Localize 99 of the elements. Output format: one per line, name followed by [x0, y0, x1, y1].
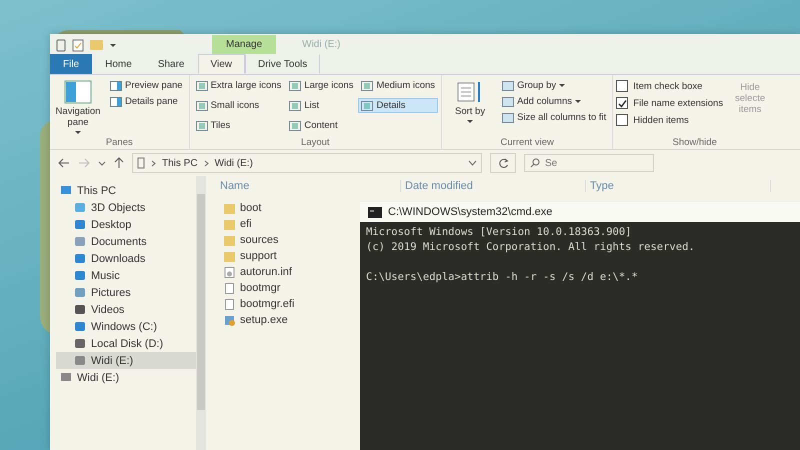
folder-icon [224, 234, 235, 246]
view-layout-icon [289, 120, 302, 130]
layout-option[interactable]: Large icons [286, 78, 356, 93]
file-item[interactable]: bootmgr [216, 280, 344, 296]
checkmark-document-icon[interactable] [72, 38, 84, 52]
file-item[interactable]: support [216, 248, 344, 264]
file-item[interactable]: boot [216, 200, 344, 216]
console-line: Microsoft Windows [Version 10.0.18363.900] [366, 226, 633, 240]
layout-option[interactable]: Medium icons [358, 78, 438, 93]
folder-icon [224, 202, 235, 214]
file-item[interactable]: autorun.inf [216, 264, 344, 280]
installer-icon [224, 314, 235, 326]
file-item[interactable]: efi [216, 216, 344, 232]
refresh-icon [498, 158, 508, 168]
file-item[interactable]: bootmgr.efi [216, 296, 344, 312]
dropdown-icon[interactable] [468, 160, 477, 166]
window-title: Widi (E:) [301, 38, 342, 52]
folder-icon [224, 250, 235, 262]
view-command[interactable]: Size all columns to fit [499, 110, 610, 125]
view-layout-icon [289, 100, 302, 110]
console-icon [368, 206, 382, 218]
checkbox-label: Hidden items [633, 114, 689, 126]
file-item[interactable]: setup.exe [216, 312, 344, 328]
columns-icon [502, 80, 514, 90]
chevron-icon [204, 160, 209, 166]
columns-icon [502, 112, 514, 122]
navigation-item[interactable]: Documents [56, 233, 196, 250]
contextual-tab-header: Manage [212, 35, 276, 54]
file-item[interactable]: sources [216, 232, 344, 248]
checkbox[interactable] [616, 114, 628, 126]
navigation-item[interactable]: Widi (E:) [56, 352, 196, 369]
sort-by-button[interactable]: Sort by [445, 78, 496, 126]
settings-file-icon [224, 266, 235, 278]
view-layout-icon [361, 100, 374, 110]
ribbon-tab[interactable]: File [50, 54, 92, 74]
console-line: (c) 2019 Microsoft Corporation. All rights reserved. [366, 241, 696, 255]
navigation-item[interactable]: Windows (C:) [56, 318, 196, 335]
navigation-item[interactable]: This PC [56, 182, 196, 199]
layout-option[interactable]: Extra large icons [192, 78, 284, 93]
layout-option[interactable]: Content [286, 118, 356, 133]
ribbon-tab[interactable]: View [198, 54, 245, 74]
view-layout-icon [361, 80, 374, 90]
pane-layout-icon [64, 80, 92, 104]
breadcrumb[interactable]: This PC [162, 158, 198, 168]
scrollbar[interactable] [196, 176, 206, 450]
navigation-item[interactable]: Desktop [56, 216, 196, 233]
back-arrow-icon[interactable] [58, 158, 70, 168]
view-command[interactable]: Group by [499, 78, 610, 93]
checkbox[interactable] [616, 80, 628, 92]
caret-icon [574, 99, 581, 104]
window-title: C:\WINDOWS\system32\cmd.exe [388, 206, 552, 218]
address-bar[interactable]: This PC Widi (E:) [132, 153, 482, 173]
view-command[interactable]: Add columns [499, 94, 610, 109]
columns-icon [502, 96, 514, 106]
search-field[interactable]: Se [524, 154, 654, 172]
navigation-item[interactable]: Downloads [56, 250, 196, 267]
layout-option[interactable]: Details [358, 98, 438, 113]
view-layout-icon [196, 80, 208, 90]
breadcrumb[interactable]: Widi (E:) [214, 158, 253, 168]
view-layout-icon [196, 120, 208, 130]
pane-button[interactable]: Details pane [107, 94, 186, 109]
group-label: Show/hide [672, 137, 717, 148]
navigation-item[interactable]: Music [56, 267, 196, 284]
pane-layout-icon [110, 80, 122, 90]
file-icon [224, 298, 235, 310]
layout-option[interactable]: Tiles [192, 118, 284, 133]
ribbon-tab[interactable]: Share [144, 54, 198, 74]
group-label: Panes [106, 137, 133, 148]
file-icon [224, 282, 235, 294]
navigation-item[interactable]: Widi (E:) [56, 369, 196, 386]
console-command: C:\Users\edpla>attrib -h -r -s /s /d e:\*.* [366, 271, 639, 285]
ribbon-tab[interactable]: Drive Tools [245, 54, 320, 74]
layout-option[interactable]: Small icons [192, 98, 284, 113]
pane-layout-icon [110, 96, 122, 106]
view-layout-icon [289, 80, 302, 90]
dropdown-icon[interactable] [109, 41, 117, 49]
checkbox-label: File name extensions [633, 98, 724, 108]
pane-button[interactable]: Preview pane [107, 78, 186, 93]
view-layout-icon [196, 100, 208, 110]
dropdown-icon[interactable] [98, 159, 106, 167]
navigation-item[interactable]: Videos [56, 301, 196, 318]
ribbon-tab[interactable]: Home [92, 54, 145, 74]
group-label: Layout [301, 137, 330, 148]
caret-icon [467, 119, 474, 124]
navigation-item[interactable]: Local Disk (D:) [56, 335, 196, 352]
caret-icon [75, 130, 81, 135]
refresh-button[interactable] [490, 153, 516, 173]
chevron-icon [151, 160, 156, 166]
up-arrow-icon[interactable] [114, 157, 124, 169]
navigation-item[interactable]: 3D Objects [56, 199, 196, 216]
folder-icon [224, 218, 235, 230]
navigation-pane-button[interactable]: Navigation pane [53, 78, 103, 137]
search-icon [530, 158, 540, 168]
checkbox[interactable] [616, 97, 628, 109]
checkbox-label: Item check boxe [633, 80, 702, 92]
navigation-item[interactable]: Pictures [56, 284, 196, 301]
layout-option[interactable]: List [286, 98, 356, 113]
group-label: Current view [500, 137, 554, 148]
caret-icon [559, 83, 566, 88]
